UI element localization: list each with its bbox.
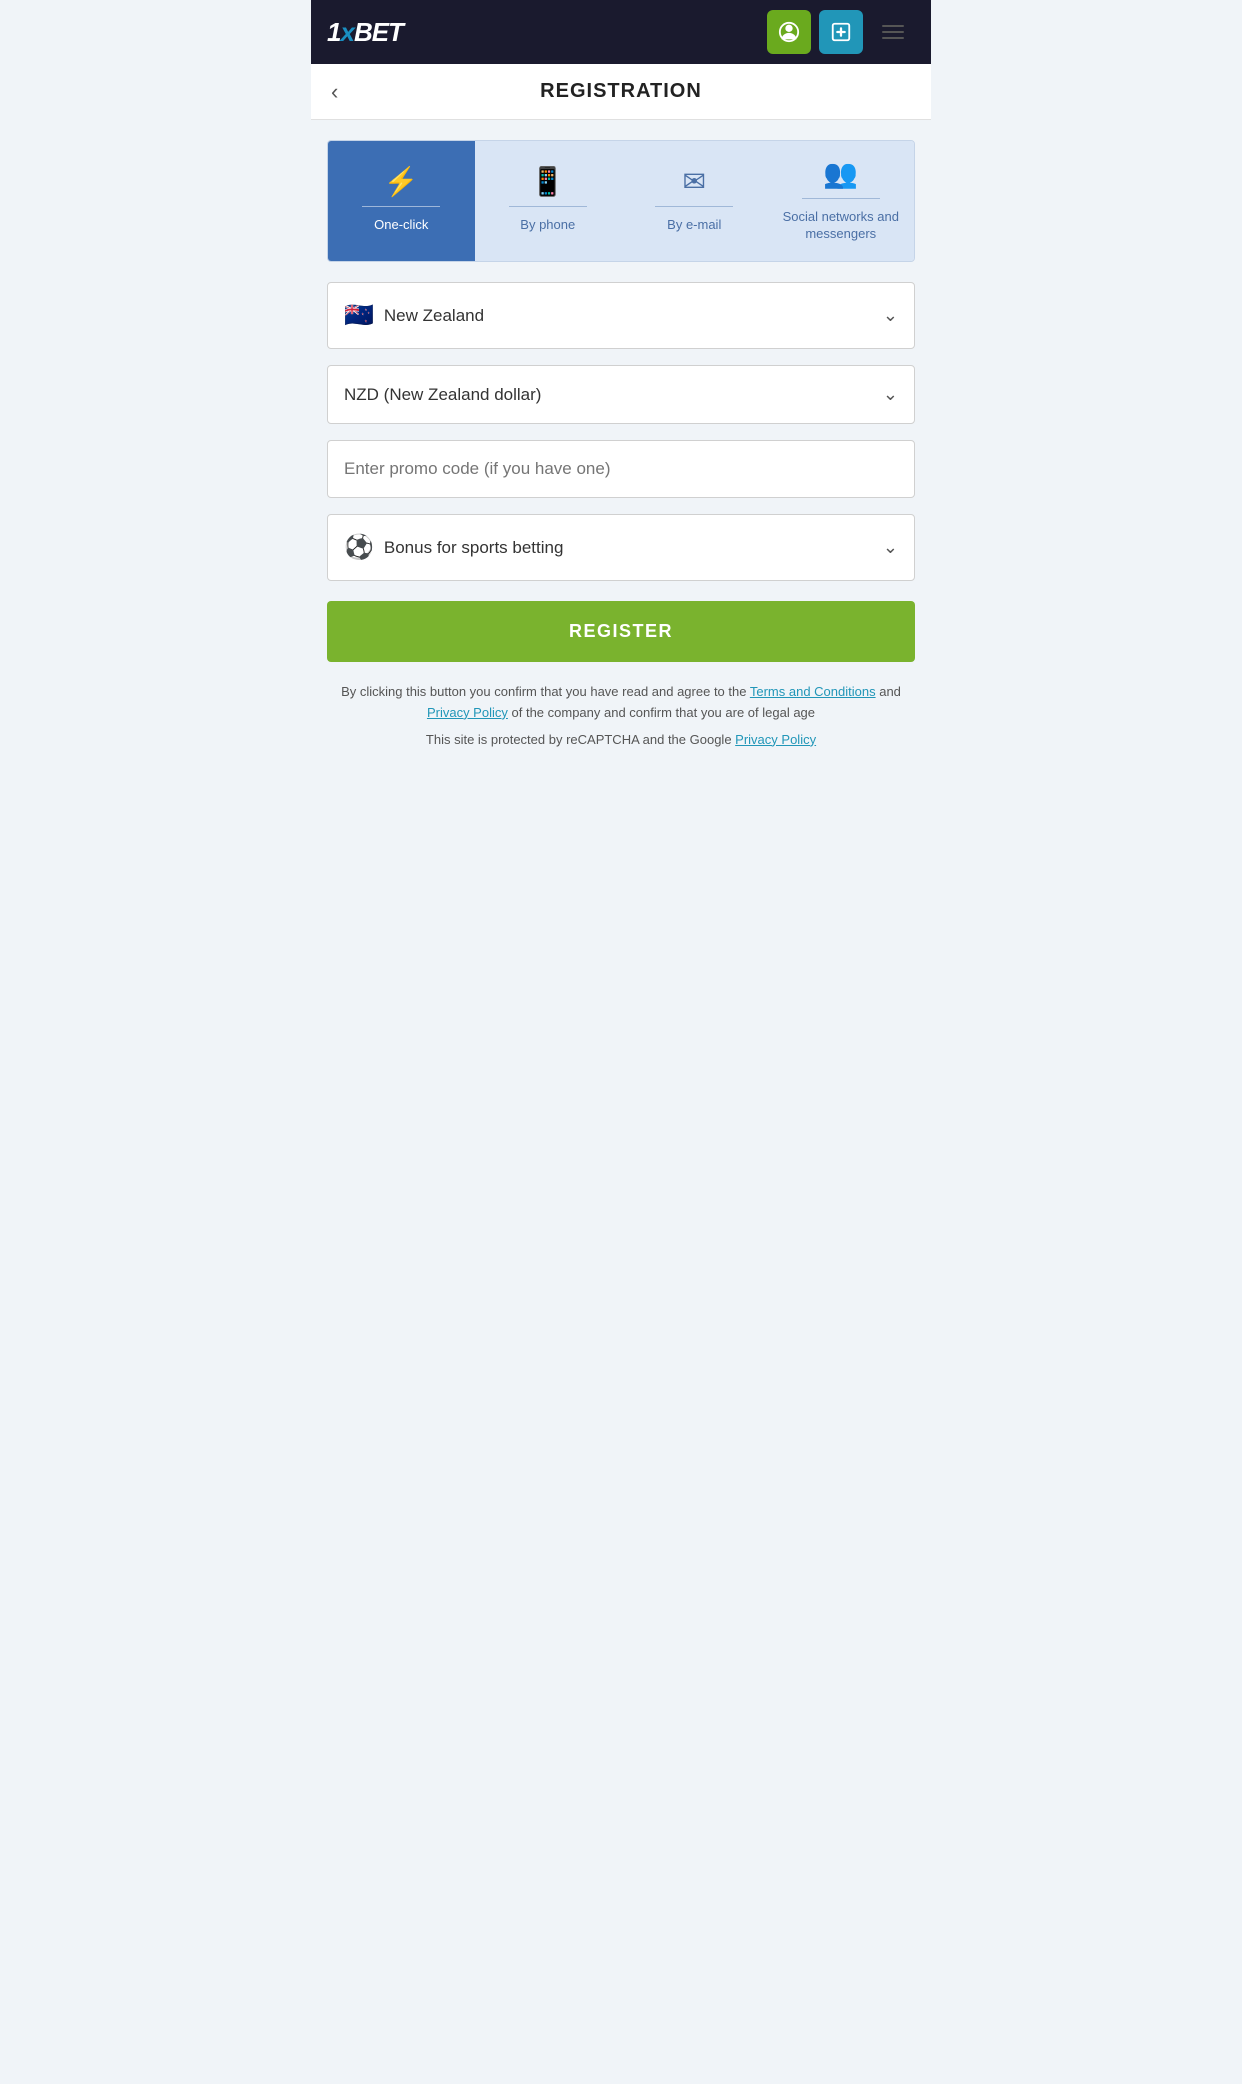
tab-social[interactable]: 👥 Social networks and messengers: [768, 141, 915, 261]
footer-disclaimer: By clicking this button you confirm that…: [311, 666, 931, 732]
tab-divider-3: [655, 206, 733, 207]
header-icons: [767, 10, 915, 54]
tab-one-click[interactable]: ⚡ One-click: [328, 141, 475, 261]
chevron-down-icon-2: ⌄: [883, 384, 898, 405]
country-value: 🇳🇿 New Zealand: [344, 301, 484, 330]
logo-text: 1xBET: [327, 17, 403, 48]
back-button[interactable]: ‹: [327, 75, 342, 109]
phone-icon: 📱: [530, 168, 565, 196]
login-button[interactable]: [767, 10, 811, 54]
country-dropdown[interactable]: 🇳🇿 New Zealand ⌄: [327, 282, 915, 349]
deposit-button[interactable]: [819, 10, 863, 54]
tab-divider: [362, 206, 440, 207]
page-title: REGISTRATION: [331, 80, 911, 103]
recaptcha-text: This site is protected by reCAPTCHA and …: [426, 732, 735, 747]
registration-tabs: ⚡ One-click 📱 By phone ✉ By e-mail 👥 Soc…: [327, 140, 915, 262]
app-header: 1xBET: [311, 0, 931, 64]
tab-one-click-label: One-click: [374, 217, 428, 234]
registration-form: 🇳🇿 New Zealand ⌄ NZD (New Zealand dollar…: [311, 282, 931, 666]
deposit-icon: [830, 21, 852, 43]
footer-recaptcha: This site is protected by reCAPTCHA and …: [311, 732, 931, 767]
email-icon: ✉: [683, 168, 706, 196]
person-circle-icon: [778, 21, 800, 43]
currency-value: NZD (New Zealand dollar): [344, 385, 541, 405]
privacy-link-2[interactable]: Privacy Policy: [735, 732, 816, 747]
currency-label: NZD (New Zealand dollar): [344, 385, 541, 405]
tab-by-email[interactable]: ✉ By e-mail: [621, 141, 768, 261]
footer-and: and: [879, 684, 901, 699]
bonus-value: ⚽ Bonus for sports betting: [344, 533, 563, 562]
terms-link[interactable]: Terms and Conditions: [750, 684, 876, 699]
promo-code-input[interactable]: [327, 440, 915, 498]
logo: 1xBET: [327, 17, 403, 48]
bonus-dropdown[interactable]: ⚽ Bonus for sports betting ⌄: [327, 514, 915, 581]
tab-social-label: Social networks and messengers: [776, 209, 907, 243]
menu-button[interactable]: [871, 10, 915, 54]
country-label: New Zealand: [384, 306, 484, 326]
soccer-ball-icon: ⚽: [344, 533, 374, 562]
country-flag: 🇳🇿: [344, 301, 374, 330]
footer-text-1: By clicking this button you confirm that…: [341, 684, 746, 699]
tab-by-phone[interactable]: 📱 By phone: [475, 141, 622, 261]
social-icon: 👥: [823, 160, 858, 188]
page-header: ‹ REGISTRATION: [311, 64, 931, 120]
lightning-icon: ⚡: [384, 168, 419, 196]
register-button[interactable]: REGISTER: [327, 601, 915, 662]
tab-by-phone-label: By phone: [520, 217, 575, 234]
hamburger-icon: [882, 25, 904, 39]
currency-dropdown[interactable]: NZD (New Zealand dollar) ⌄: [327, 365, 915, 424]
tab-divider-2: [509, 206, 587, 207]
chevron-down-icon: ⌄: [883, 305, 898, 326]
footer-text-2: of the company and confirm that you are …: [512, 705, 816, 720]
chevron-down-icon-3: ⌄: [883, 537, 898, 558]
tab-by-email-label: By e-mail: [667, 217, 721, 234]
privacy-link[interactable]: Privacy Policy: [427, 705, 508, 720]
tab-divider-4: [802, 198, 880, 199]
bonus-label: Bonus for sports betting: [384, 538, 564, 558]
